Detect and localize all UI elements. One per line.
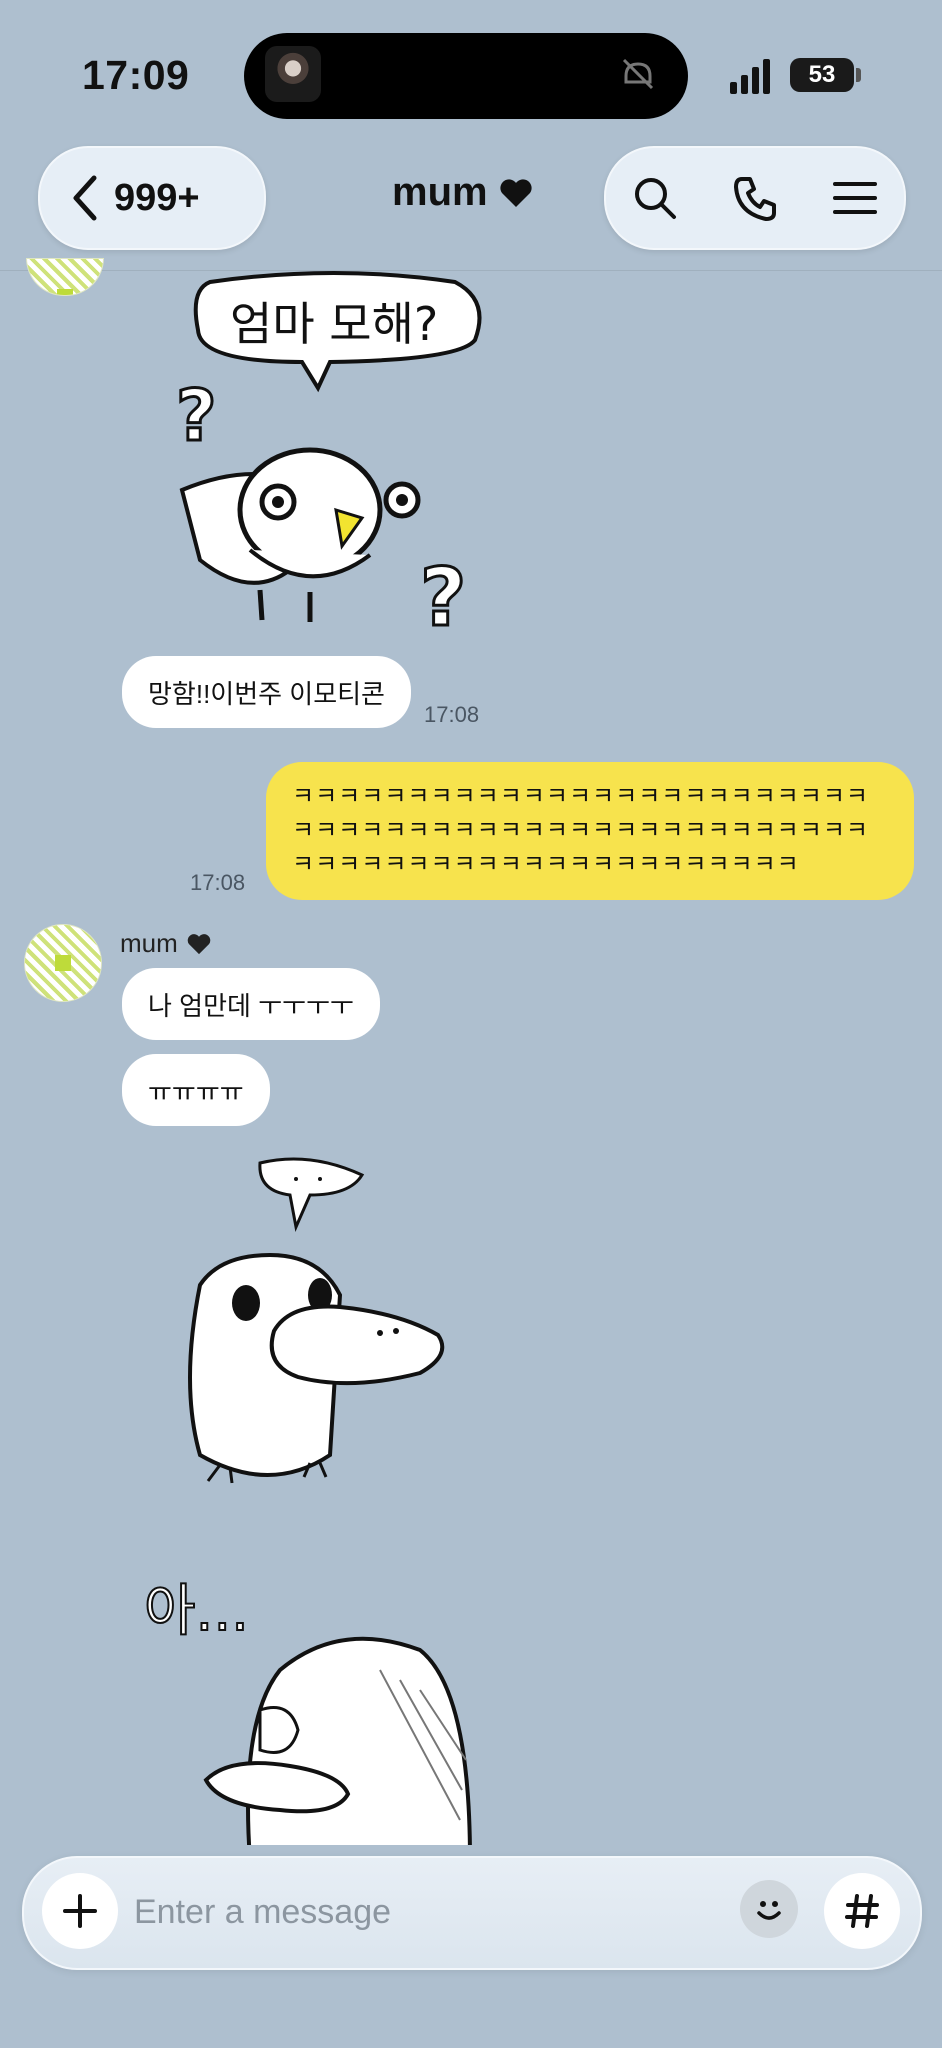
message-text: ㅠㅠㅠㅠ xyxy=(148,1076,244,1107)
back-button[interactable]: 999+ xyxy=(38,146,266,250)
message-time: 17:08 xyxy=(190,870,246,895)
platypus-sticker[interactable] xyxy=(170,1155,470,1495)
message-bubble-outgoing[interactable]: ㅋㅋㅋㅋㅋㅋㅋㅋㅋㅋㅋㅋㅋㅋㅋㅋㅋㅋㅋㅋㅋㅋㅋㅋㅋㅋㅋㅋㅋㅋㅋㅋㅋㅋㅋㅋㅋㅋㅋㅋ… xyxy=(266,762,914,900)
message-input[interactable] xyxy=(132,1876,736,1948)
sender-avatar[interactable] xyxy=(24,924,102,1002)
plus-button[interactable] xyxy=(42,1873,118,1949)
status-time: 17:09 xyxy=(82,52,190,98)
unread-count: 999+ xyxy=(114,176,200,219)
chat-title-text: mum xyxy=(392,170,488,214)
hashtag-icon xyxy=(845,1894,879,1928)
plus-icon xyxy=(63,1894,97,1928)
search-icon[interactable] xyxy=(631,174,679,222)
smiley-icon xyxy=(757,1901,781,1920)
battery-cap xyxy=(856,68,861,82)
signal-icon xyxy=(730,59,770,94)
svg-text:?: ? xyxy=(420,551,466,640)
status-bar: 17:09 53 xyxy=(0,0,942,150)
muted-icon xyxy=(622,58,654,90)
header-actions xyxy=(604,146,906,250)
sticker-caption: 아... xyxy=(144,1579,249,1644)
sender-name-text: mum xyxy=(120,928,178,958)
heart-icon xyxy=(499,178,532,207)
platypus-sigh-sticker[interactable]: 아... xyxy=(140,1560,500,1860)
heart-icon xyxy=(187,933,211,954)
message-time: 17:08 xyxy=(424,702,480,727)
message-bubble-incoming[interactable]: 나 엄만데 ㅜㅜㅜㅜ xyxy=(122,968,380,1040)
svg-text:?: ? xyxy=(176,375,217,457)
emoji-button[interactable] xyxy=(740,1880,798,1938)
battery-indicator: 53 xyxy=(790,58,854,92)
message-bubble-incoming[interactable]: 망함!!이번주 이모티콘 xyxy=(122,656,411,728)
menu-icon[interactable] xyxy=(831,178,879,218)
sender-avatar[interactable] xyxy=(26,258,104,296)
message-bubble-incoming[interactable]: ㅠㅠㅠㅠ xyxy=(122,1054,270,1126)
message-text: ㅋㅋㅋㅋㅋㅋㅋㅋㅋㅋㅋㅋㅋㅋㅋㅋㅋㅋㅋㅋㅋㅋㅋㅋㅋㅋㅋㅋㅋㅋㅋㅋㅋㅋㅋㅋㅋㅋㅋㅋ… xyxy=(292,783,869,878)
message-text: 나 엄만데 ㅜㅜㅜㅜ xyxy=(148,990,354,1021)
now-playing-artwork xyxy=(265,46,321,102)
question-bird-sticker[interactable]: 엄마 모해? ? ? xyxy=(170,270,500,640)
chat-title[interactable]: mum xyxy=(392,170,534,215)
hashtag-button[interactable] xyxy=(824,1873,900,1949)
phone-icon[interactable] xyxy=(730,173,780,223)
sticker-caption: 엄마 모해? xyxy=(230,297,438,351)
chevron-left-icon xyxy=(73,175,97,221)
message-text: 망함!!이번주 이모티콘 xyxy=(148,678,385,709)
sender-name: mum xyxy=(120,928,212,959)
